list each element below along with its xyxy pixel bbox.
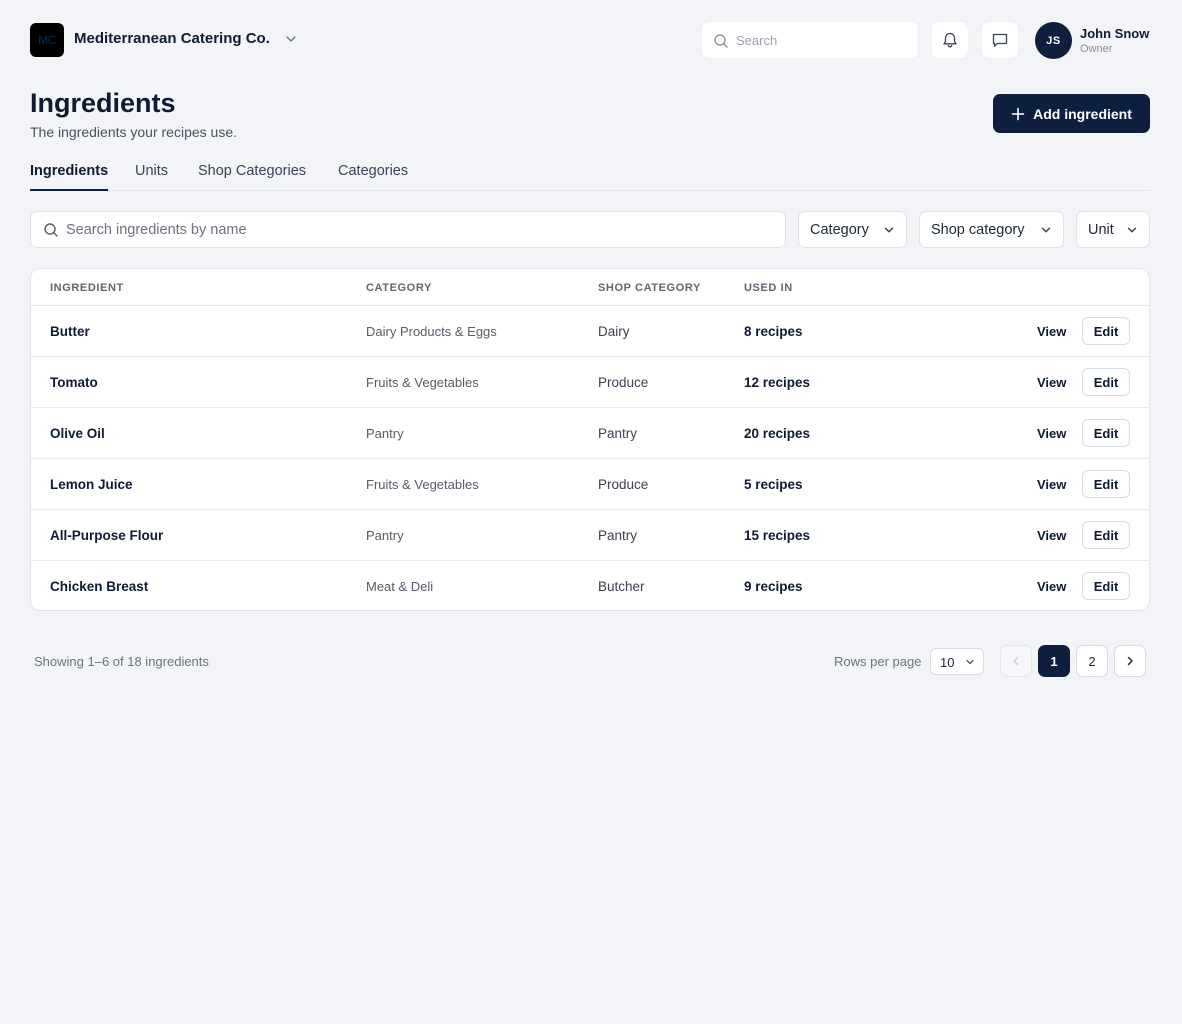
ingredient-shop-category: Produce	[598, 375, 649, 390]
ingredient-name: Tomato	[50, 375, 98, 390]
table-row[interactable]: Butter Dairy Products & Eggs Dairy 8 rec…	[31, 306, 1149, 357]
ingredient-used-in: 8 recipes	[744, 324, 803, 339]
ingredient-category: Fruits & Vegetables	[366, 375, 479, 390]
page-button-1[interactable]: 1	[1038, 645, 1070, 677]
column-header-ingredient[interactable]: INGREDIENT	[50, 282, 124, 294]
org-logo[interactable]: MC	[30, 23, 64, 57]
next-page-button[interactable]	[1114, 645, 1146, 677]
unit-filter-label: Unit	[1088, 222, 1114, 238]
page-button-2[interactable]: 2	[1076, 645, 1108, 677]
header-search[interactable]	[701, 21, 919, 59]
table-header: INGREDIENT CATEGORY SHOP CATEGORY USED I…	[31, 269, 1149, 306]
ingredient-shop-category: Butcher	[598, 579, 645, 594]
edit-button[interactable]: Edit	[1082, 470, 1130, 498]
table-row[interactable]: Olive Oil Pantry Pantry 20 recipes View …	[31, 408, 1149, 459]
search-icon	[714, 34, 728, 48]
user-role: Owner	[1080, 43, 1113, 55]
category-filter[interactable]: Category	[798, 211, 907, 248]
tab-categories[interactable]: Categories	[338, 163, 408, 191]
chevron-down-icon	[1127, 227, 1137, 233]
top-bar: MC Mediterranean Catering Co. JS John Sn…	[0, 0, 1182, 80]
ingredient-category: Meat & Deli	[366, 579, 434, 594]
table-row[interactable]: Tomato Fruits & Vegetables Produce 12 re…	[31, 357, 1149, 408]
view-button[interactable]: View	[1037, 375, 1066, 390]
ingredient-shop-category: Pantry	[598, 528, 638, 543]
ingredient-category: Fruits & Vegetables	[366, 477, 479, 492]
view-button[interactable]: View	[1037, 528, 1066, 543]
chevron-right-icon	[1127, 656, 1133, 666]
edit-button[interactable]: Edit	[1082, 368, 1130, 396]
view-button[interactable]: View	[1037, 579, 1066, 594]
ingredient-used-in: 15 recipes	[744, 528, 811, 543]
view-button[interactable]: View	[1037, 477, 1066, 492]
ingredient-used-in: 5 recipes	[744, 477, 803, 492]
ingredient-search-input[interactable]	[66, 212, 766, 247]
ingredient-used-in: 9 recipes	[744, 579, 803, 594]
ingredients-table: INGREDIENT CATEGORY SHOP CATEGORY USED I…	[30, 268, 1150, 611]
chat-icon	[992, 33, 1008, 47]
tab-bar: Ingredients Units Shop Categories Catego…	[30, 160, 1150, 191]
add-ingredient-button[interactable]: Add ingredient	[993, 94, 1150, 133]
view-button[interactable]: View	[1037, 426, 1066, 441]
ingredient-category: Pantry	[366, 528, 404, 543]
category-filter-label: Category	[810, 222, 869, 238]
column-header-category[interactable]: CATEGORY	[366, 282, 432, 294]
edit-button[interactable]: Edit	[1082, 521, 1130, 549]
edit-button[interactable]: Edit	[1082, 572, 1130, 600]
rows-per-page-value: 10	[940, 655, 955, 670]
edit-button[interactable]: Edit	[1082, 317, 1130, 345]
add-ingredient-label: Add ingredient	[1033, 105, 1132, 122]
tab-shop-categories[interactable]: Shop Categories	[198, 163, 306, 191]
chevron-down-icon	[966, 659, 974, 665]
ingredient-name: Butter	[50, 324, 90, 339]
ingredient-shop-category: Dairy	[598, 324, 630, 339]
ingredient-shop-category: Produce	[598, 477, 649, 492]
search-icon	[44, 223, 58, 237]
table-row[interactable]: Chicken Breast Meat & Deli Butcher 9 rec…	[31, 561, 1149, 610]
ingredient-name: Lemon Juice	[50, 477, 133, 492]
edit-button[interactable]: Edit	[1082, 419, 1130, 447]
unit-filter[interactable]: Unit	[1076, 211, 1150, 248]
chevron-left-icon	[1013, 656, 1019, 666]
rows-per-page-select[interactable]: 10	[930, 648, 984, 675]
ingredient-used-in: 12 recipes	[744, 375, 811, 390]
tab-units[interactable]: Units	[135, 163, 168, 191]
table-row[interactable]: All-Purpose Flour Pantry Pantry 15 recip…	[31, 510, 1149, 561]
messages-button[interactable]	[981, 21, 1019, 59]
page-subtitle: The ingredients your recipes use.	[30, 124, 237, 140]
org-name[interactable]: Mediterranean Catering Co.	[74, 30, 270, 47]
header-search-input[interactable]	[736, 22, 912, 58]
ingredient-name: Chicken Breast	[50, 579, 149, 594]
view-button[interactable]: View	[1037, 324, 1066, 339]
avatar[interactable]: JS	[1035, 22, 1072, 59]
ingredient-name: All-Purpose Flour	[50, 528, 164, 543]
ingredient-name: Olive Oil	[50, 426, 105, 441]
page-title: Ingredients	[30, 88, 176, 118]
bell-icon	[943, 32, 957, 48]
ingredient-category: Dairy Products & Eggs	[366, 324, 497, 339]
shop-category-filter-label: Shop category	[931, 222, 1025, 238]
chevron-down-icon	[1041, 227, 1051, 233]
rows-per-page-label: Rows per page	[834, 654, 922, 669]
previous-page-button[interactable]	[1000, 645, 1032, 677]
ingredient-used-in: 20 recipes	[744, 426, 811, 441]
ingredient-shop-category: Pantry	[598, 426, 638, 441]
chevron-down-icon	[884, 227, 894, 233]
chevron-down-icon[interactable]	[284, 32, 298, 46]
shop-category-filter[interactable]: Shop category	[919, 211, 1064, 248]
plus-icon	[1011, 107, 1025, 120]
results-count: Showing 1–6 of 18 ingredients	[34, 654, 209, 669]
user-name: John Snow	[1080, 26, 1150, 41]
column-header-used-in[interactable]: USED IN	[744, 282, 793, 294]
ingredient-category: Pantry	[366, 426, 404, 441]
tab-ingredients[interactable]: Ingredients	[30, 163, 109, 191]
notifications-button[interactable]	[931, 21, 969, 59]
column-header-shop-category[interactable]: SHOP CATEGORY	[598, 282, 701, 294]
table-row[interactable]: Lemon Juice Fruits & Vegetables Produce …	[31, 459, 1149, 510]
ingredient-search[interactable]	[30, 211, 786, 248]
